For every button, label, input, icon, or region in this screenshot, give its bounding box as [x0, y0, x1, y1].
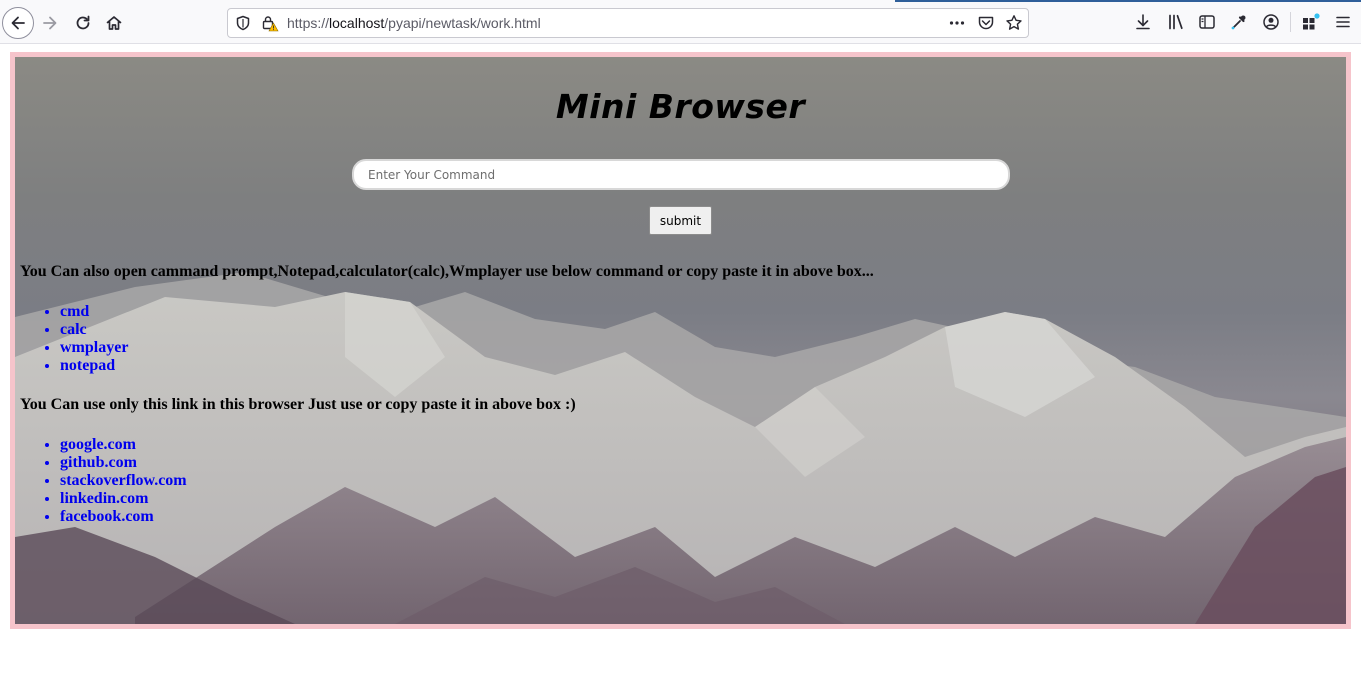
back-button[interactable] — [2, 7, 34, 39]
list-item: stackoverflow.com — [60, 472, 187, 490]
star-icon[interactable] — [1005, 14, 1023, 32]
list-item: google.com — [60, 436, 187, 454]
page-stage: Mini Browser submit You Can also open ca… — [15, 57, 1346, 624]
forward-arrow-icon — [43, 16, 57, 30]
submit-button[interactable]: submit — [649, 206, 712, 235]
browser-toolbar: https://localhost/pyapi/newtask/work.htm… — [0, 0, 1361, 44]
site-link-facebook[interactable]: facebook.com — [60, 508, 154, 525]
list-item: wmplayer — [60, 339, 128, 357]
site-link-github[interactable]: github.com — [60, 454, 137, 471]
command-link-cmd[interactable]: cmd — [60, 303, 89, 320]
page-title: Mini Browser — [555, 87, 806, 126]
address-bar[interactable]: https://localhost/pyapi/newtask/work.htm… — [227, 8, 1029, 38]
reload-icon — [76, 15, 90, 30]
more-dots-icon[interactable] — [948, 14, 966, 32]
site-link-stackoverflow[interactable]: stackoverflow.com — [60, 472, 187, 489]
list-item: linkedin.com — [60, 490, 187, 508]
links-heading: You Can use only this link in this brows… — [20, 396, 576, 413]
home-button[interactable] — [99, 8, 129, 38]
toolbar-separator — [1290, 12, 1291, 32]
library-icon[interactable] — [1166, 12, 1186, 32]
site-link-list: google.com github.com stackoverflow.com … — [15, 436, 187, 526]
list-item: notepad — [60, 357, 128, 375]
page-content: Mini Browser submit You Can also open ca… — [15, 57, 1346, 624]
lock-warning-icon[interactable] — [261, 14, 279, 32]
url-text[interactable]: https://localhost/pyapi/newtask/work.htm… — [287, 15, 541, 31]
site-link-google[interactable]: google.com — [60, 436, 136, 453]
shield-icon[interactable] — [234, 14, 252, 32]
command-link-notepad[interactable]: notepad — [60, 357, 115, 374]
home-icon — [106, 16, 122, 30]
page-frame: Mini Browser submit You Can also open ca… — [10, 52, 1351, 629]
extensions-icon[interactable] — [1301, 12, 1321, 32]
list-item: facebook.com — [60, 508, 187, 526]
reload-button[interactable] — [68, 8, 98, 38]
sidebar-icon[interactable] — [1197, 12, 1217, 32]
active-tab-accent — [895, 0, 1361, 2]
command-input[interactable] — [352, 159, 1010, 190]
site-link-linkedin[interactable]: linkedin.com — [60, 490, 148, 507]
list-item: calc — [60, 321, 128, 339]
list-item: cmd — [60, 303, 128, 321]
command-list: cmd calc wmplayer notepad — [15, 303, 128, 375]
url-scheme: https:// — [287, 15, 330, 31]
command-link-calc[interactable]: calc — [60, 321, 87, 338]
commands-heading: You Can also open cammand prompt,Notepad… — [20, 263, 874, 280]
account-icon[interactable] — [1261, 12, 1281, 32]
back-arrow-icon — [11, 16, 25, 30]
pocket-icon[interactable] — [977, 14, 995, 32]
hamburger-menu-icon[interactable] — [1333, 12, 1353, 32]
forward-button[interactable] — [35, 8, 65, 38]
list-item: github.com — [60, 454, 187, 472]
download-icon[interactable] — [1133, 12, 1153, 32]
url-host: localhost — [329, 15, 385, 31]
command-link-wmplayer[interactable]: wmplayer — [60, 339, 128, 356]
url-path: /pyapi/newtask/work.html — [384, 15, 541, 31]
eyedropper-icon[interactable] — [1229, 12, 1249, 32]
